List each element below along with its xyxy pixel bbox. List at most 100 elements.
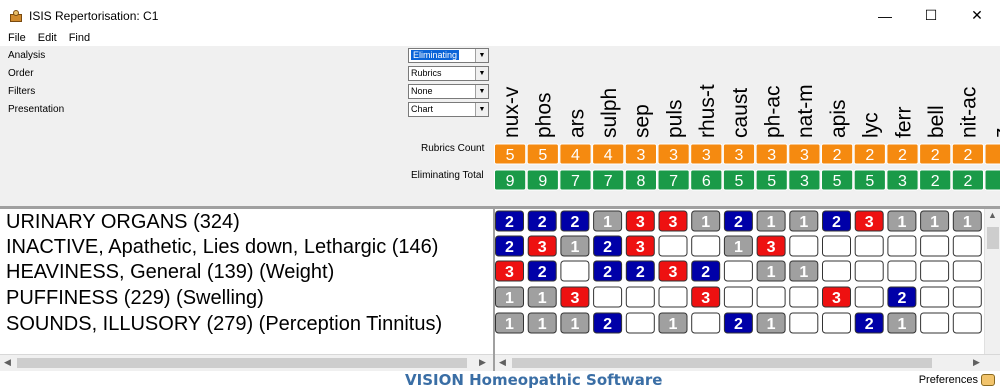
grade-cell[interactable] — [952, 260, 982, 282]
grade-value: 2 — [734, 316, 743, 333]
rubric-item[interactable]: URINARY ORGANS (324) — [6, 211, 240, 234]
grade-cell[interactable] — [952, 286, 982, 308]
grade-cell[interactable] — [887, 260, 917, 282]
scroll-right-icon[interactable]: ▶ — [479, 357, 486, 368]
order-value: Rubrics — [411, 68, 442, 78]
rubrics-count-value: 5 — [538, 147, 547, 164]
grid-horizontal-scrollbar[interactable]: ◀ ▶ — [495, 354, 1000, 371]
grade-cell[interactable] — [756, 286, 786, 308]
grade-value: 1 — [570, 316, 579, 333]
grade-cell[interactable] — [920, 235, 950, 257]
remedy-name-label[interactable]: nit-ac — [958, 87, 981, 138]
grade-cell[interactable] — [691, 312, 721, 334]
remedy-name-label[interactable]: caust — [729, 88, 752, 138]
scroll-right-icon[interactable]: ▶ — [973, 357, 980, 368]
chevron-down-icon: ▼ — [475, 103, 488, 116]
remedy-name-label[interactable]: sulph — [598, 88, 621, 138]
grade-cell[interactable] — [789, 286, 819, 308]
preferences-icon[interactable] — [981, 374, 995, 386]
grade-value: 1 — [963, 214, 972, 231]
remedy-name-label[interactable]: ferr — [892, 106, 915, 138]
remedy-name-label[interactable]: phos — [533, 92, 556, 138]
rubric-item[interactable]: HEAVINESS, General (139) (Weight) — [6, 261, 334, 284]
grade-cell[interactable] — [920, 260, 950, 282]
scroll-thumb[interactable] — [17, 358, 467, 368]
eliminating-total-label: Eliminating Total — [411, 170, 484, 181]
scroll-thumb[interactable] — [512, 358, 932, 368]
remedy-name-label[interactable]: rhus-t — [696, 84, 719, 138]
grade-cell[interactable] — [691, 235, 721, 257]
grade-cell[interactable] — [658, 235, 688, 257]
rubric-item[interactable]: SOUNDS, ILLUSORY (279) (Perception Tinni… — [6, 313, 442, 336]
grade-value: 2 — [701, 264, 710, 281]
rubric-item[interactable]: INACTIVE, Apathetic, Lies down, Lethargi… — [6, 236, 438, 259]
maximize-button[interactable]: ☐ — [908, 0, 954, 31]
grade-cell[interactable] — [887, 235, 917, 257]
grade-value: 1 — [603, 214, 612, 231]
grade-cell[interactable] — [723, 286, 753, 308]
grade-cell[interactable] — [822, 312, 851, 334]
status-bar: VISION Homeopathic Software Preferences — [0, 371, 1000, 389]
scroll-left-icon[interactable]: ◀ — [499, 357, 506, 368]
grade-value: 1 — [570, 239, 579, 256]
rubric-horizontal-scrollbar[interactable]: ◀ ▶ — [0, 354, 493, 371]
title-bar: ISIS Repertorisation: C1 — ☐ ✕ — [0, 0, 1000, 31]
grade-value: 1 — [505, 290, 514, 307]
grade-cell[interactable] — [625, 286, 655, 308]
eliminating-total-value: 5 — [865, 173, 874, 190]
remedy-name-label[interactable]: apis — [827, 99, 850, 138]
remedy-name-label[interactable]: ph-ac — [761, 85, 784, 138]
brand-text: VISION Homeopathic Software — [405, 371, 663, 389]
grade-value: 2 — [897, 290, 906, 307]
menu-file[interactable]: File — [8, 32, 26, 44]
app-icon — [9, 9, 23, 23]
grade-cell[interactable] — [723, 260, 753, 282]
menu-edit[interactable]: Edit — [38, 32, 57, 44]
filters-select[interactable]: None ▼ — [408, 84, 489, 99]
grade-cell[interactable] — [658, 286, 688, 308]
eliminating-total-value: 8 — [636, 173, 645, 190]
scroll-left-icon[interactable]: ◀ — [4, 357, 11, 368]
remedy-name-label[interactable]: ars — [565, 109, 588, 138]
rubric-item[interactable]: PUFFINESS (229) (Swelling) — [6, 287, 264, 310]
scroll-up-icon[interactable]: ▲ — [988, 210, 997, 220]
vertical-scrollbar[interactable]: ▲ — [984, 209, 1000, 354]
remedy-name-label[interactable]: z — [990, 128, 1000, 139]
scroll-thumb[interactable] — [987, 227, 999, 249]
minimize-button[interactable]: — — [862, 0, 908, 31]
remedy-header-chart: nux-v phos ars sulph sep puls rhus-t caust ph-ac… — [494, 84, 1000, 191]
grade-cell[interactable] — [789, 312, 819, 334]
grade-cell[interactable] — [593, 286, 623, 308]
grade-cell[interactable] — [625, 312, 655, 334]
grade-cell[interactable] — [854, 286, 884, 308]
grade-cell[interactable] — [822, 260, 851, 282]
grade-cell[interactable] — [952, 235, 982, 257]
presentation-select[interactable]: Chart ▼ — [408, 102, 489, 117]
grade-cell[interactable] — [920, 286, 950, 308]
remedy-name-label[interactable]: lyc — [860, 112, 883, 138]
menu-find[interactable]: Find — [69, 32, 90, 44]
analysis-label: Analysis — [8, 50, 46, 61]
grade-cell[interactable] — [789, 235, 819, 257]
grade-cell[interactable] — [822, 235, 851, 257]
grade-cell[interactable] — [920, 312, 950, 334]
remedy-name-label[interactable]: puls — [663, 99, 686, 138]
order-select[interactable]: Rubrics ▼ — [408, 66, 489, 81]
remedy-name-label[interactable]: sep — [631, 104, 654, 138]
remedy-name-label[interactable]: bell — [925, 105, 948, 138]
eliminating-total-value: 3 — [898, 173, 907, 190]
preferences-link[interactable]: Preferences — [919, 374, 978, 386]
analysis-select[interactable]: Eliminating ▼ — [408, 48, 489, 63]
rubrics-count-value: 3 — [800, 147, 809, 164]
remedy-name-label[interactable]: nat-m — [794, 84, 817, 138]
grade-value: 3 — [505, 264, 514, 281]
grade-value: 3 — [865, 214, 874, 231]
grade-cell[interactable] — [560, 260, 590, 282]
grade-cell[interactable] — [854, 260, 884, 282]
grade-cell[interactable] — [854, 235, 884, 257]
rubrics-count-value: 3 — [767, 147, 776, 164]
remedy-name-label[interactable]: nux-v — [500, 86, 523, 138]
close-button[interactable]: ✕ — [954, 0, 1000, 31]
grade-value: 2 — [865, 316, 874, 333]
grade-cell[interactable] — [952, 312, 982, 334]
